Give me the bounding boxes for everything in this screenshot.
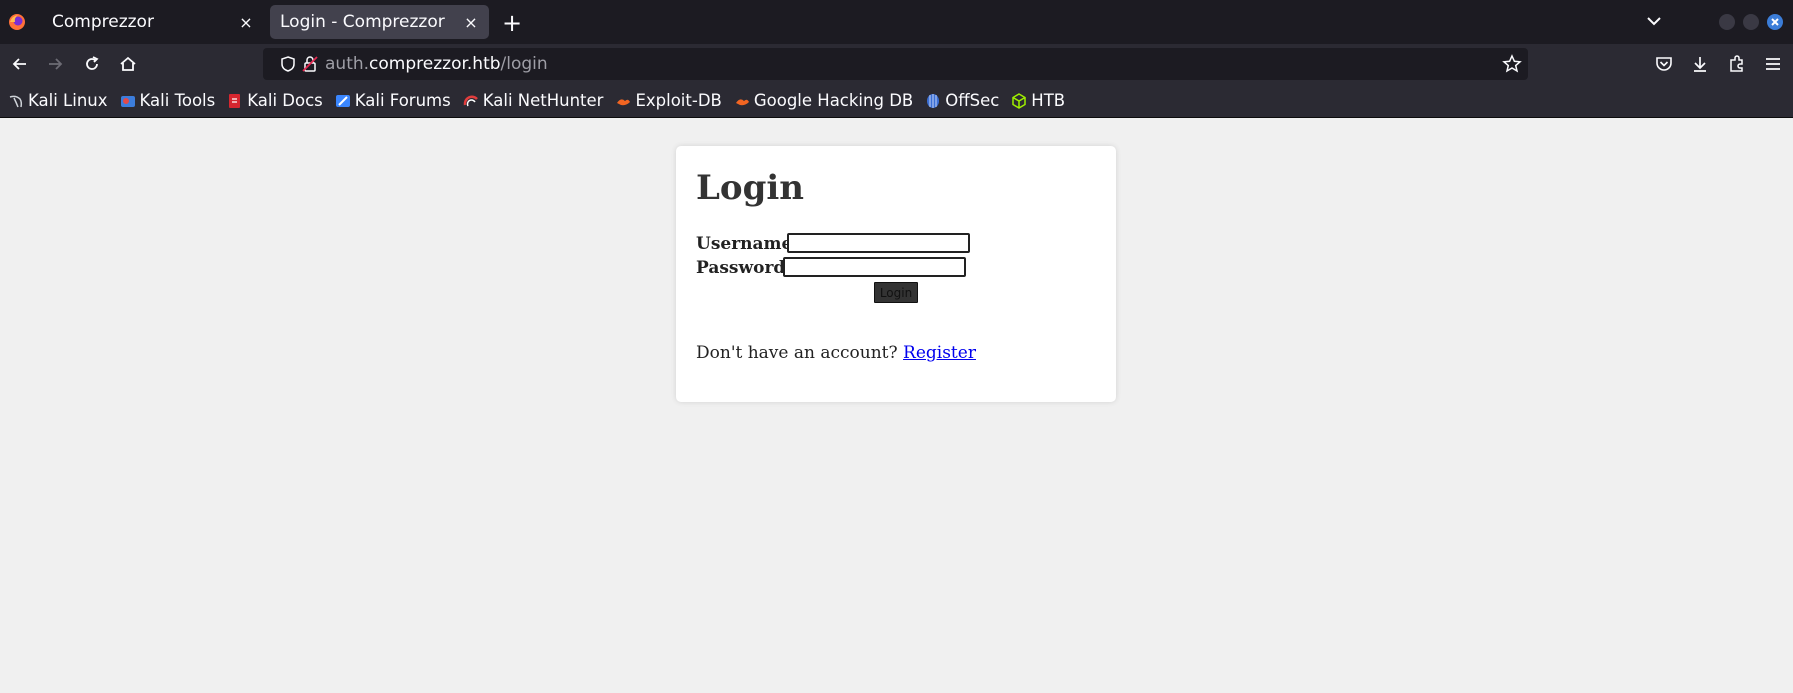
login-card: Login Username: Password: Login Don't ha… <box>676 146 1116 402</box>
login-button-label: Login <box>879 285 913 300</box>
tab-title: Login - Comprezzor <box>280 12 445 32</box>
kali-docs-icon <box>229 93 241 108</box>
minimize-window-button[interactable] <box>1719 14 1735 30</box>
home-icon[interactable] <box>118 54 138 74</box>
pocket-icon[interactable] <box>1654 54 1674 74</box>
tab-bar: Comprezzor × Login - Comprezzor × + <box>0 0 1793 44</box>
bookmark-kali-forums[interactable]: Kali Forums <box>335 91 451 110</box>
kali-tools-icon <box>120 95 135 107</box>
bookmark-kali-nethunter[interactable]: Kali NetHunter <box>463 91 604 110</box>
new-tab-plus-icon[interactable]: + <box>500 9 524 37</box>
url-bar[interactable]: auth. comprezzor.htb/login <box>263 48 1528 80</box>
url-host: comprezzor.htb <box>369 54 501 74</box>
username-input[interactable] <box>787 233 970 253</box>
firefox-icon[interactable] <box>8 13 26 31</box>
page-title: Login <box>696 168 804 208</box>
register-prompt: Don't have an account? <box>696 343 898 363</box>
bookmark-google-hacking-db[interactable]: Google Hacking DB <box>734 91 913 110</box>
bookmark-htb[interactable]: HTB <box>1011 91 1065 110</box>
menu-hamburger-icon[interactable] <box>1763 54 1783 74</box>
maximize-window-button[interactable] <box>1743 14 1759 30</box>
forward-arrow-icon[interactable] <box>45 54 65 74</box>
password-label: Password: <box>696 258 792 278</box>
bookmark-label: Exploit-DB <box>635 91 722 110</box>
tab-comprezzor[interactable]: Comprezzor × <box>42 5 264 39</box>
url-path: /login <box>500 54 548 74</box>
bookmark-kali-docs[interactable]: Kali Docs <box>227 91 323 110</box>
tab-login-comprezzor[interactable]: Login - Comprezzor × <box>270 5 489 39</box>
tab-title: Comprezzor <box>52 12 154 32</box>
navigation-toolbar: auth. comprezzor.htb/login <box>0 44 1793 84</box>
kali-forums-icon <box>335 94 350 107</box>
offsec-icon <box>927 93 940 108</box>
shield-icon[interactable] <box>279 55 297 73</box>
exploit-db-icon <box>617 98 631 105</box>
bookmark-label: Kali Forums <box>354 91 451 110</box>
register-link[interactable]: Register <box>903 343 976 363</box>
htb-cube-icon <box>1012 92 1027 109</box>
bookmark-label: OffSec <box>945 91 1000 110</box>
back-arrow-icon[interactable] <box>10 54 30 74</box>
bookmark-label: Kali Docs <box>247 91 323 110</box>
close-tab-icon[interactable]: × <box>463 13 479 32</box>
chevron-down-icon[interactable] <box>1644 11 1664 31</box>
bookmarks-toolbar: Kali Linux Kali Tools Kali Docs Kali For… <box>0 84 1793 118</box>
bookmark-label: HTB <box>1031 91 1066 110</box>
nethunter-icon <box>463 95 478 106</box>
bookmark-label: Google Hacking DB <box>753 91 914 110</box>
login-button[interactable]: Login <box>874 282 918 303</box>
url-subdomain: auth. <box>325 54 370 74</box>
ghdb-icon <box>735 98 749 105</box>
close-icon <box>1771 18 1779 26</box>
insecure-lock-icon[interactable] <box>301 55 319 73</box>
username-label: Username: <box>696 234 799 254</box>
downloads-icon[interactable] <box>1690 54 1710 74</box>
bookmark-label: Kali NetHunter <box>482 91 604 110</box>
bookmark-label: Kali Linux <box>28 91 108 110</box>
bookmark-offsec[interactable]: OffSec <box>925 91 999 110</box>
bookmark-kali-tools[interactable]: Kali Tools <box>120 91 216 110</box>
close-window-button[interactable] <box>1767 14 1783 30</box>
password-input[interactable] <box>783 257 966 277</box>
close-tab-icon[interactable]: × <box>238 13 254 32</box>
kali-dragon-icon <box>9 95 23 107</box>
bookmark-kali-linux[interactable]: Kali Linux <box>8 91 108 110</box>
bookmark-star-icon[interactable] <box>1502 54 1522 74</box>
register-prompt-line: Don't have an account? Register <box>696 343 976 363</box>
bookmark-label: Kali Tools <box>139 91 216 110</box>
extensions-puzzle-icon[interactable] <box>1727 54 1747 74</box>
reload-icon[interactable] <box>82 54 102 74</box>
bookmark-exploit-db[interactable]: Exploit-DB <box>615 91 722 110</box>
